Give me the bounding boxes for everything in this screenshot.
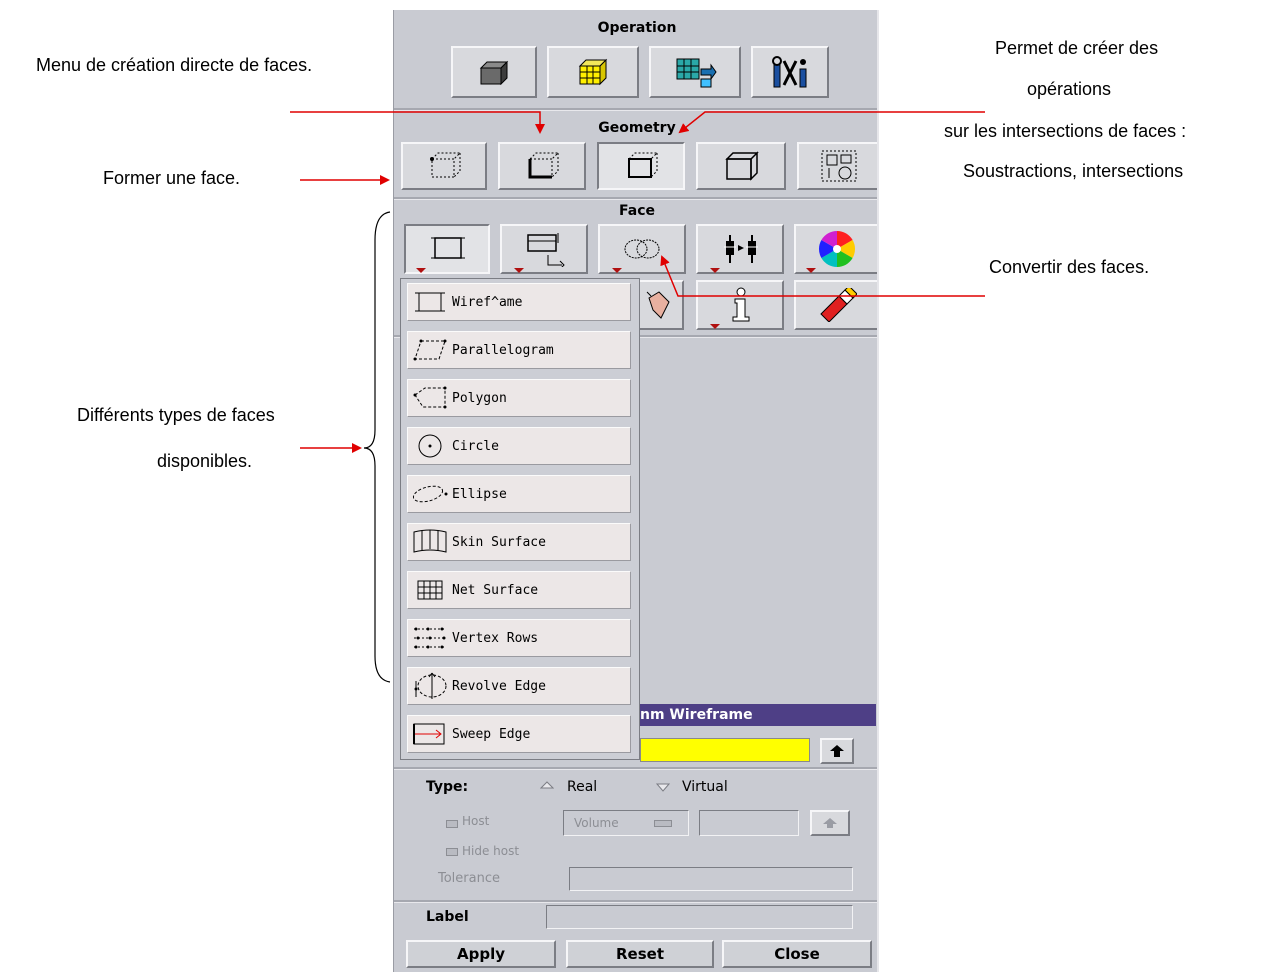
brace-face-types: [363, 211, 391, 683]
arrow-convert: [660, 255, 985, 297]
arrow-boolean-ops: [678, 111, 985, 134]
annotation-overlay: [290, 111, 985, 683]
arrow-menu-direct: [290, 111, 545, 134]
